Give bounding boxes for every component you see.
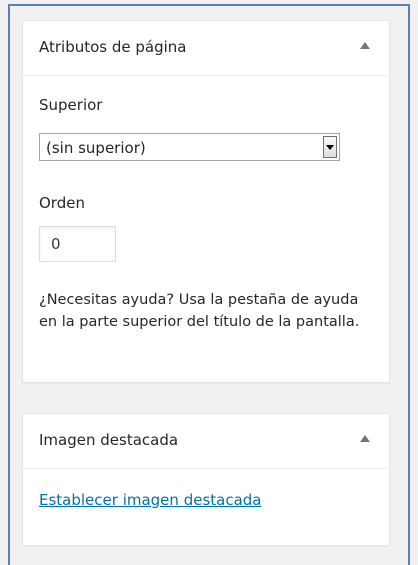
set-featured-image-link[interactable]: Establecer imagen destacada xyxy=(39,491,261,509)
featured-image-title: Imagen destacada xyxy=(39,431,179,449)
order-value: 0 xyxy=(51,235,61,253)
chevron-down-icon xyxy=(326,145,334,150)
parent-select-value: (sin superior) xyxy=(46,139,146,157)
collapse-toggle-icon[interactable] xyxy=(360,435,370,442)
featured-image-panel: Imagen destacada Establecer imagen desta… xyxy=(22,413,390,546)
page-attributes-panel: Atributos de página Superior (sin superi… xyxy=(22,20,390,383)
parent-label: Superior xyxy=(39,96,103,114)
page-attributes-header[interactable]: Atributos de página xyxy=(23,21,389,76)
select-dropdown-button[interactable] xyxy=(323,136,337,158)
parent-select[interactable]: (sin superior) xyxy=(39,133,340,161)
page-attributes-title: Atributos de página xyxy=(39,38,187,56)
order-input[interactable]: 0 xyxy=(39,226,116,262)
order-label: Orden xyxy=(39,194,85,212)
featured-image-header[interactable]: Imagen destacada xyxy=(23,414,389,469)
help-text: ¿Necesitas ayuda? Usa la pestaña de ayud… xyxy=(39,292,360,330)
collapse-toggle-icon[interactable] xyxy=(360,42,370,49)
